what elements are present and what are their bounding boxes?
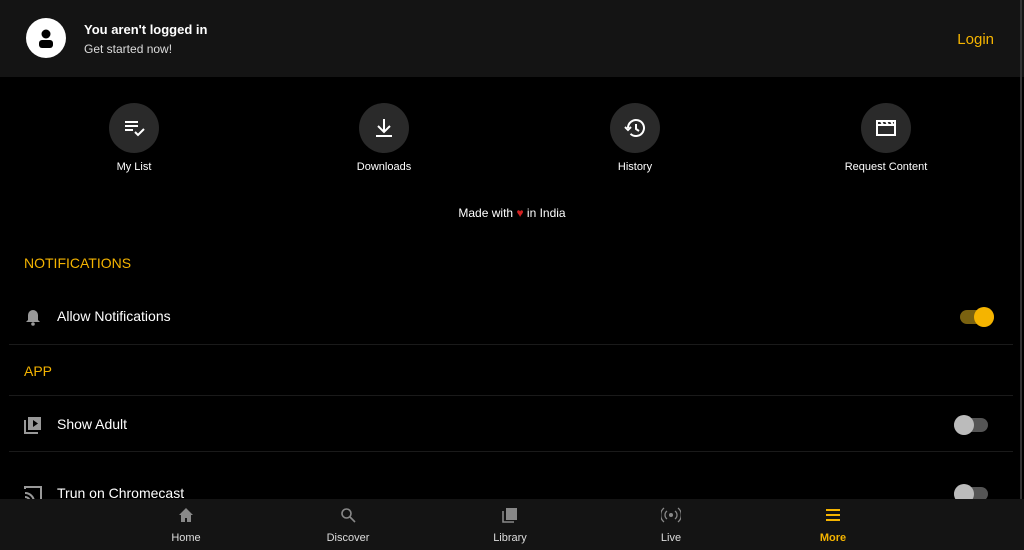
login-status-title: You aren't logged in [84,22,208,37]
login-status-subtitle: Get started now! [84,42,173,56]
request-content-label: Request Content [844,161,928,173]
nav-live[interactable]: Live [621,507,721,544]
history-label: History [617,161,653,173]
scrollbar[interactable] [1020,0,1022,499]
bell-icon [26,310,40,326]
made-text-after: in India [526,206,566,220]
menu-icon [826,509,840,521]
library-icon [502,508,517,523]
nav-label: Discover [326,532,370,544]
section-notifications: NOTIFICATIONS [24,255,132,271]
made-with-love: Made with ♥ in India [0,206,1024,220]
avatar [26,18,66,58]
login-button[interactable]: Login [957,31,994,48]
nav-home[interactable]: Home [136,507,236,544]
video-library-icon [24,417,41,434]
section-app: APP [24,363,53,379]
live-broadcast-icon [660,507,682,523]
setting-label: Allow Notifications [57,308,171,324]
search-icon [341,508,356,523]
heart-icon: ♥ [516,206,524,220]
divider [9,451,1013,452]
downloads-button[interactable]: Downloads [304,103,464,173]
divider [9,395,1013,396]
downloads-label: Downloads [356,161,412,173]
my-list-label: My List [116,161,152,173]
nav-label: More [819,532,847,544]
bottom-nav: Home Discover Library Live More [0,499,1024,550]
history-button[interactable]: History [555,103,715,173]
nav-more[interactable]: More [783,507,883,544]
setting-label: Show Adult [57,416,128,432]
notifications-toggle[interactable] [960,307,994,327]
nav-label: Library [493,532,527,544]
home-icon [179,508,193,522]
clapperboard-icon [876,120,896,136]
history-icon [624,119,645,137]
request-content-button[interactable]: Request Content [806,103,966,173]
divider [9,344,1013,345]
nav-label: Live [660,532,682,544]
account-header: You aren't logged in Get started now! Lo… [0,0,1024,77]
made-text: Made with [458,206,514,220]
show-adult-toggle[interactable] [954,415,988,435]
download-icon [376,119,392,137]
nav-discover[interactable]: Discover [298,507,398,544]
my-list-button[interactable]: My List [54,103,214,173]
playlist-check-icon [125,121,145,137]
nav-label: Home [171,532,201,544]
user-icon [39,29,53,48]
nav-library[interactable]: Library [460,507,560,544]
